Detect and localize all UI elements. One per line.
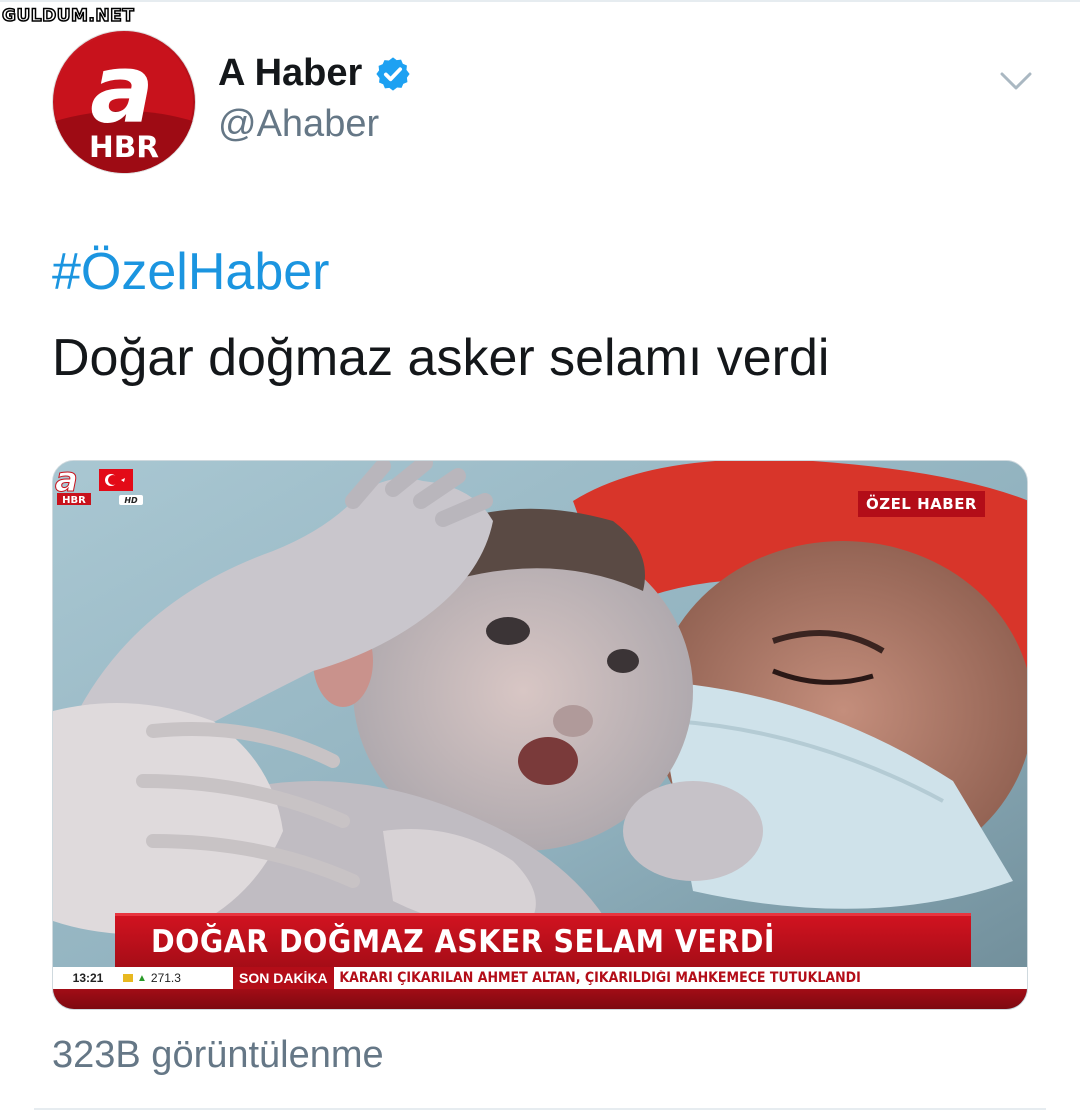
up-arrow-icon: ▲ [137, 972, 147, 984]
svg-text:HBR: HBR [89, 130, 159, 164]
chevron-down-icon[interactable] [998, 66, 1034, 94]
author-handle[interactable]: @Ahaber [218, 103, 379, 146]
special-report-badge: ÖZEL HABER [857, 491, 985, 517]
tweet-media[interactable]: a HBR HD ÖZEL HABER DOĞAR DOĞMAZ ASKER S… [52, 460, 1028, 1010]
avatar[interactable]: a HBR [52, 30, 196, 174]
index-value: 271.3 [150, 971, 181, 985]
ticker-text: KARARI ÇIKARILAN AHMET ALTAN, ÇIKARILDIĞ… [339, 970, 861, 986]
index-bar-icon [123, 974, 133, 982]
ticker-index: ▲ 271.3 [123, 971, 233, 985]
author-name-row: A Haber [218, 52, 412, 95]
tweet-text: Doğar doğmaz asker selamı verdi [52, 329, 830, 387]
a-haber-logo: a HBR [53, 32, 195, 173]
svg-text:HD: HD [124, 496, 138, 505]
channel-logo: a HBR HD [55, 461, 143, 506]
headline-text: DOĞAR DOĞMAZ ASKER SELAM VERDİ [151, 924, 775, 960]
display-name[interactable]: A Haber [218, 52, 362, 95]
bottom-divider [34, 1108, 1046, 1110]
ticker-time: 13:21 [72, 971, 104, 985]
ticker-underbar [53, 989, 1027, 1009]
news-ticker: 13:21 ▲ 271.3 SON DAKİKA KARARI ÇIKARILA… [53, 967, 1027, 989]
hashtag-link[interactable]: #ÖzelHaber [52, 242, 329, 302]
svg-text:a: a [90, 35, 154, 145]
breaking-news-label: SON DAKİKA [233, 967, 334, 989]
view-count: 323B görüntülenme [52, 1034, 384, 1076]
watermark: GULDUM.NET [1, 5, 135, 27]
svg-text:HBR: HBR [62, 495, 86, 506]
verified-badge-icon [376, 56, 410, 91]
headline-bar: DOĞAR DOĞMAZ ASKER SELAM VERDİ [115, 913, 971, 971]
top-divider [0, 0, 1080, 2]
